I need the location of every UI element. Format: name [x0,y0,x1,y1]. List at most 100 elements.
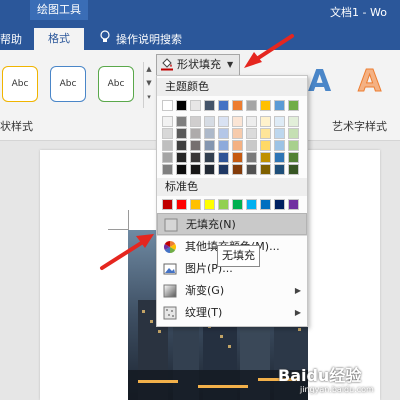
margin-marker [108,229,128,230]
standard-color-swatch[interactable] [218,199,229,210]
theme-colors-header: 主题颜色 [157,78,307,96]
theme-shade-swatch[interactable] [190,116,201,127]
chevron-right-icon: ▶ [294,286,301,295]
theme-color-swatch[interactable] [260,100,271,111]
theme-shade-swatch[interactable] [246,152,257,163]
theme-shade-swatch[interactable] [204,152,215,163]
gradient-fill-item[interactable]: 渐变(G) ▶ [157,280,307,302]
theme-color-swatch[interactable] [162,100,173,111]
theme-color-swatch[interactable] [218,100,229,111]
theme-shade-swatch[interactable] [218,116,229,127]
standard-color-swatch[interactable] [274,199,285,210]
theme-shade-swatch[interactable] [204,164,215,175]
lightbulb-icon [98,30,112,50]
no-fill-item[interactable]: 无填充(N) [157,213,307,235]
theme-shade-swatch[interactable] [232,152,243,163]
theme-shade-swatch[interactable] [260,152,271,163]
texture-fill-label: 纹理(T) [185,306,223,319]
standard-color-swatch[interactable] [204,199,215,210]
theme-color-swatch[interactable] [204,100,215,111]
theme-shade-swatch[interactable] [232,164,243,175]
theme-color-swatch[interactable] [190,100,201,111]
gradient-icon [163,284,177,298]
theme-shade-swatch[interactable] [218,128,229,139]
theme-shade-swatch[interactable] [176,164,187,175]
theme-shade-swatch[interactable] [274,140,285,151]
theme-shade-swatch[interactable] [176,140,187,151]
theme-shade-swatch[interactable] [218,164,229,175]
theme-shade-swatch[interactable] [218,140,229,151]
theme-shade-swatch[interactable] [162,128,173,139]
theme-shade-swatch[interactable] [162,116,173,127]
theme-shade-swatch[interactable] [162,152,173,163]
theme-shade-swatch[interactable] [204,116,215,127]
texture-fill-item[interactable]: 纹理(T) ▶ [157,302,307,324]
wordart-preset-blue[interactable]: A [308,64,331,99]
theme-shade-swatch[interactable] [176,128,187,139]
tell-me-search[interactable]: 操作说明搜索 [98,30,182,50]
document-title: 文档1 - Wo [330,6,387,19]
theme-color-swatch[interactable] [246,100,257,111]
texture-icon [163,306,177,320]
theme-shade-swatch[interactable] [274,116,285,127]
standard-color-swatch[interactable] [232,199,243,210]
theme-shade-swatch[interactable] [274,128,285,139]
chevron-down-icon: ▼ [227,60,234,69]
theme-shade-swatch[interactable] [260,116,271,127]
tab-format[interactable]: 格式 [34,28,84,50]
standard-colors-header: 标准色 [157,178,307,196]
wordart-preset-orange[interactable]: A [357,64,381,100]
theme-shade-swatch[interactable] [274,152,285,163]
standard-color-swatch[interactable] [190,199,201,210]
theme-shade-swatch[interactable] [288,140,299,151]
theme-shade-swatch[interactable] [260,128,271,139]
theme-color-swatch[interactable] [288,100,299,111]
theme-shade-swatch[interactable] [190,152,201,163]
theme-shade-swatch[interactable] [176,152,187,163]
tab-help[interactable]: 帮助 [0,30,22,50]
theme-color-swatch[interactable] [274,100,285,111]
theme-shade-swatch[interactable] [288,116,299,127]
watermark-logo: Baidu经验 [278,366,362,385]
theme-shade-swatch[interactable] [260,140,271,151]
standard-color-swatch[interactable] [246,199,257,210]
theme-shade-swatch[interactable] [246,140,257,151]
theme-shade-swatch[interactable] [246,128,257,139]
theme-shade-swatch[interactable] [204,140,215,151]
theme-shade-swatch[interactable] [162,140,173,151]
paint-bucket-icon [160,57,174,71]
theme-shade-swatch[interactable] [288,152,299,163]
chevron-right-icon: ▶ [294,308,301,317]
theme-shade-swatch[interactable] [288,128,299,139]
theme-shade-swatch[interactable] [190,128,201,139]
shape-style-preset-2[interactable]: Abc [50,66,86,102]
shape-style-preset-3[interactable]: Abc [98,66,134,102]
theme-shade-swatch[interactable] [288,164,299,175]
style-gallery-scroll[interactable]: ▲ ▼ ▾ [143,62,154,108]
standard-color-swatch[interactable] [288,199,299,210]
standard-color-swatch[interactable] [260,199,271,210]
picture-icon [163,262,177,276]
shape-style-preset-1[interactable]: Abc [2,66,38,102]
theme-shade-swatch[interactable] [260,164,271,175]
theme-color-swatch[interactable] [232,100,243,111]
standard-color-swatch[interactable] [162,199,173,210]
standard-color-swatch[interactable] [176,199,187,210]
shape-styles-group-label: 状样式 [0,120,33,133]
theme-shade-swatch[interactable] [176,116,187,127]
margin-marker [128,210,129,230]
theme-shade-swatch[interactable] [232,116,243,127]
theme-shade-swatch[interactable] [232,140,243,151]
theme-shade-swatch[interactable] [162,164,173,175]
theme-shade-swatch[interactable] [274,164,285,175]
theme-shade-swatch[interactable] [190,140,201,151]
theme-shade-swatch[interactable] [232,128,243,139]
theme-shade-swatch[interactable] [246,116,257,127]
theme-shade-swatch[interactable] [190,164,201,175]
theme-color-swatch[interactable] [176,100,187,111]
shape-fill-button[interactable]: 形状填充 ▼ [156,54,240,76]
theme-shade-swatch[interactable] [218,152,229,163]
theme-shade-swatch[interactable] [204,128,215,139]
theme-shade-swatch[interactable] [246,164,257,175]
no-fill-label: 无填充(N) [186,218,236,231]
